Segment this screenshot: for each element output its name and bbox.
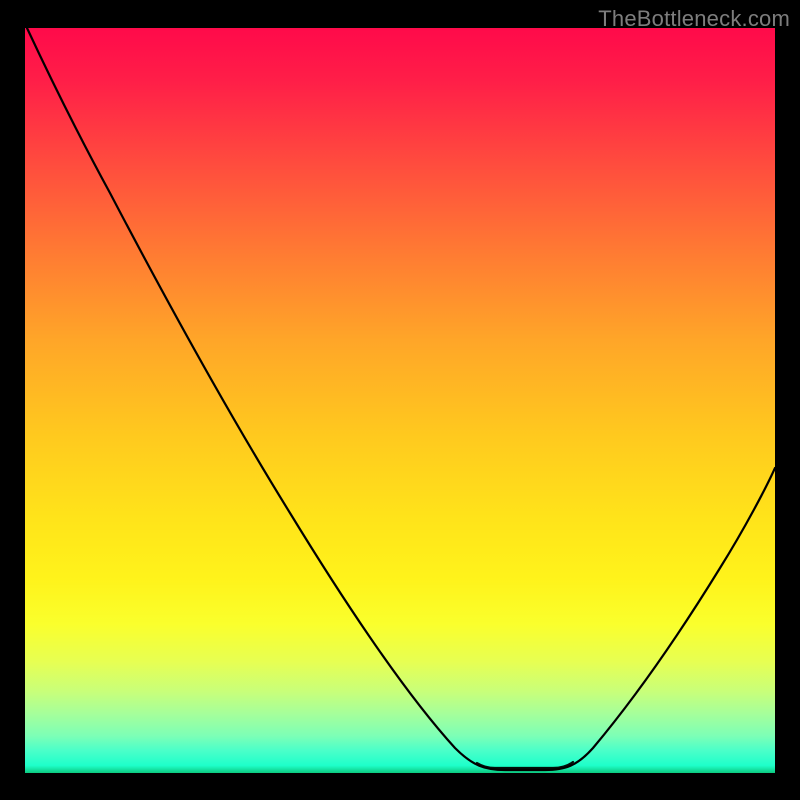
optimum-band-highlight [477,762,573,768]
bottleneck-curve [27,28,775,770]
curve-layer [25,28,775,773]
chart-frame: TheBottleneck.com [0,0,800,800]
plot-area [25,28,775,773]
watermark-text: TheBottleneck.com [598,6,790,32]
